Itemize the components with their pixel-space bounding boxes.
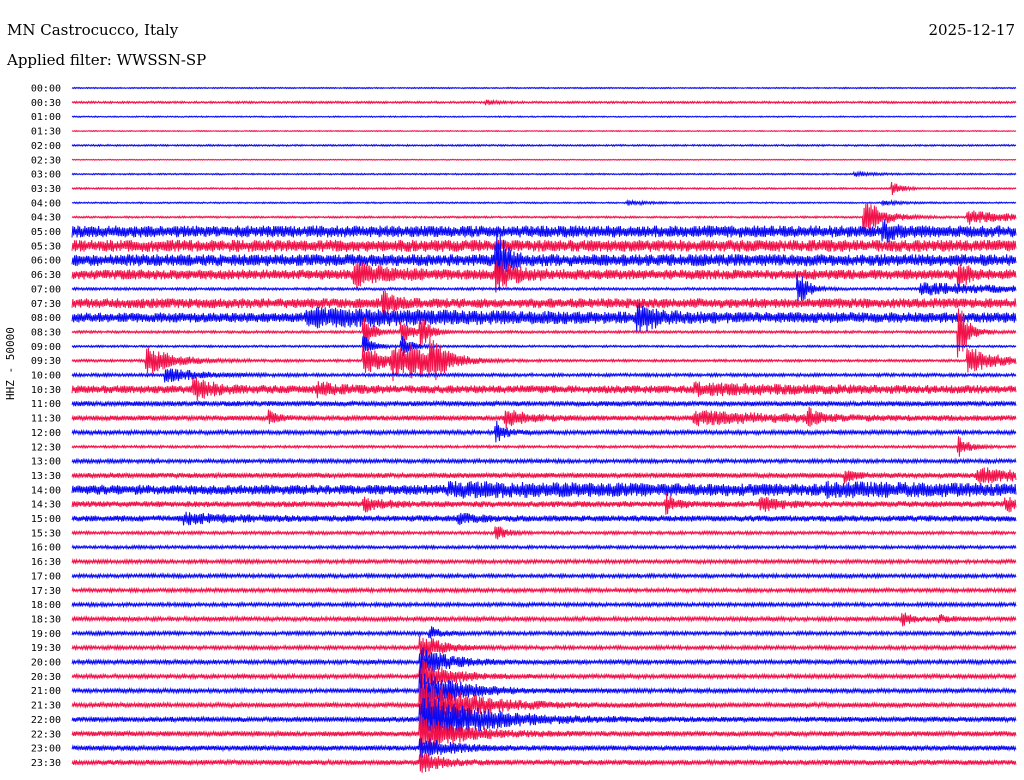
trace-line — [71, 399, 1017, 408]
trace-line — [71, 493, 1017, 515]
trace-line — [71, 511, 1017, 526]
time-label: 13:00 — [31, 457, 61, 468]
time-label: 15:30 — [31, 528, 61, 539]
trace-line — [71, 543, 1017, 551]
time-label: 07:00 — [31, 284, 61, 295]
time-label: 10:00 — [31, 371, 61, 382]
trace-line — [71, 600, 1017, 609]
time-label: 16:30 — [31, 557, 61, 568]
time-label: 19:00 — [31, 629, 61, 640]
trace-line — [71, 170, 1017, 178]
time-label: 00:00 — [31, 84, 61, 95]
trace-line — [71, 572, 1017, 580]
trace-line — [71, 239, 1017, 252]
time-label: 01:00 — [31, 112, 61, 123]
time-label: 04:30 — [31, 213, 61, 224]
trace-line — [71, 181, 1017, 196]
time-label: 09:30 — [31, 356, 61, 367]
trace-line — [71, 557, 1017, 566]
time-label: 09:00 — [31, 342, 61, 353]
trace-line — [71, 143, 1017, 148]
time-label: 02:00 — [31, 141, 61, 152]
time-label: 07:30 — [31, 299, 61, 310]
trace-line — [71, 612, 1017, 627]
time-label: 12:00 — [31, 428, 61, 439]
trace-line — [71, 336, 1017, 357]
trace-line — [71, 158, 1017, 161]
time-label: 11:30 — [31, 414, 61, 425]
time-label: 21:00 — [31, 686, 61, 697]
time-label: 03:30 — [31, 184, 61, 195]
trace-line — [71, 750, 1017, 773]
trace-line — [71, 626, 1017, 639]
trace-line — [71, 303, 1017, 332]
time-label: 22:00 — [31, 715, 61, 726]
time-label: 11:00 — [31, 399, 61, 410]
time-label: 23:30 — [31, 758, 61, 769]
trace-line — [71, 115, 1017, 119]
trace-line — [71, 480, 1017, 499]
time-label: 01:30 — [31, 127, 61, 138]
helicorder-plot: 00:00 00:30 01:00 01:30 02:00 02:30 03:00 03:30… — [31, 84, 1017, 773]
trace-line — [71, 368, 1017, 383]
time-label: 02:30 — [31, 155, 61, 166]
time-label: 15:00 — [31, 514, 61, 525]
time-label: 10:30 — [31, 385, 61, 396]
time-label: 17:00 — [31, 571, 61, 582]
time-label: 20:30 — [31, 672, 61, 683]
trace-line — [71, 586, 1017, 594]
time-label: 19:30 — [31, 643, 61, 654]
time-label: 18:00 — [31, 600, 61, 611]
time-label: 12:30 — [31, 442, 61, 453]
time-label: 14:00 — [31, 485, 61, 496]
time-label: 06:00 — [31, 256, 61, 267]
time-label: 22:30 — [31, 729, 61, 740]
trace-line — [71, 467, 1017, 484]
time-label: 08:30 — [31, 327, 61, 338]
trace-line — [71, 420, 1017, 443]
time-label: 14:30 — [31, 500, 61, 511]
time-label: 16:00 — [31, 543, 61, 554]
trace-line — [71, 129, 1017, 133]
trace-line — [71, 406, 1017, 429]
time-label: 00:30 — [31, 98, 61, 109]
trace-line — [71, 219, 1017, 243]
trace-line — [71, 260, 1017, 292]
time-label: 17:30 — [31, 586, 61, 597]
trace-line — [71, 457, 1017, 465]
trace-line — [71, 231, 1017, 293]
trace-line — [71, 376, 1017, 401]
time-label: 13:30 — [31, 471, 61, 482]
trace-line — [71, 86, 1017, 90]
time-label: 05:00 — [31, 227, 61, 238]
time-label: 21:30 — [31, 701, 61, 712]
time-label: 03:00 — [31, 170, 61, 181]
time-label: 20:00 — [31, 658, 61, 669]
trace-line — [71, 526, 1017, 540]
trace-line — [71, 635, 1017, 662]
time-label: 05:30 — [31, 241, 61, 252]
trace-line — [71, 198, 1017, 207]
trace-line — [71, 436, 1017, 457]
time-label: 23:00 — [31, 744, 61, 755]
time-label: 18:30 — [31, 614, 61, 625]
time-label: 04:00 — [31, 198, 61, 209]
trace-line — [71, 737, 1017, 758]
time-label: 06:30 — [31, 270, 61, 281]
time-label: 08:00 — [31, 313, 61, 324]
trace-line — [71, 98, 1017, 106]
